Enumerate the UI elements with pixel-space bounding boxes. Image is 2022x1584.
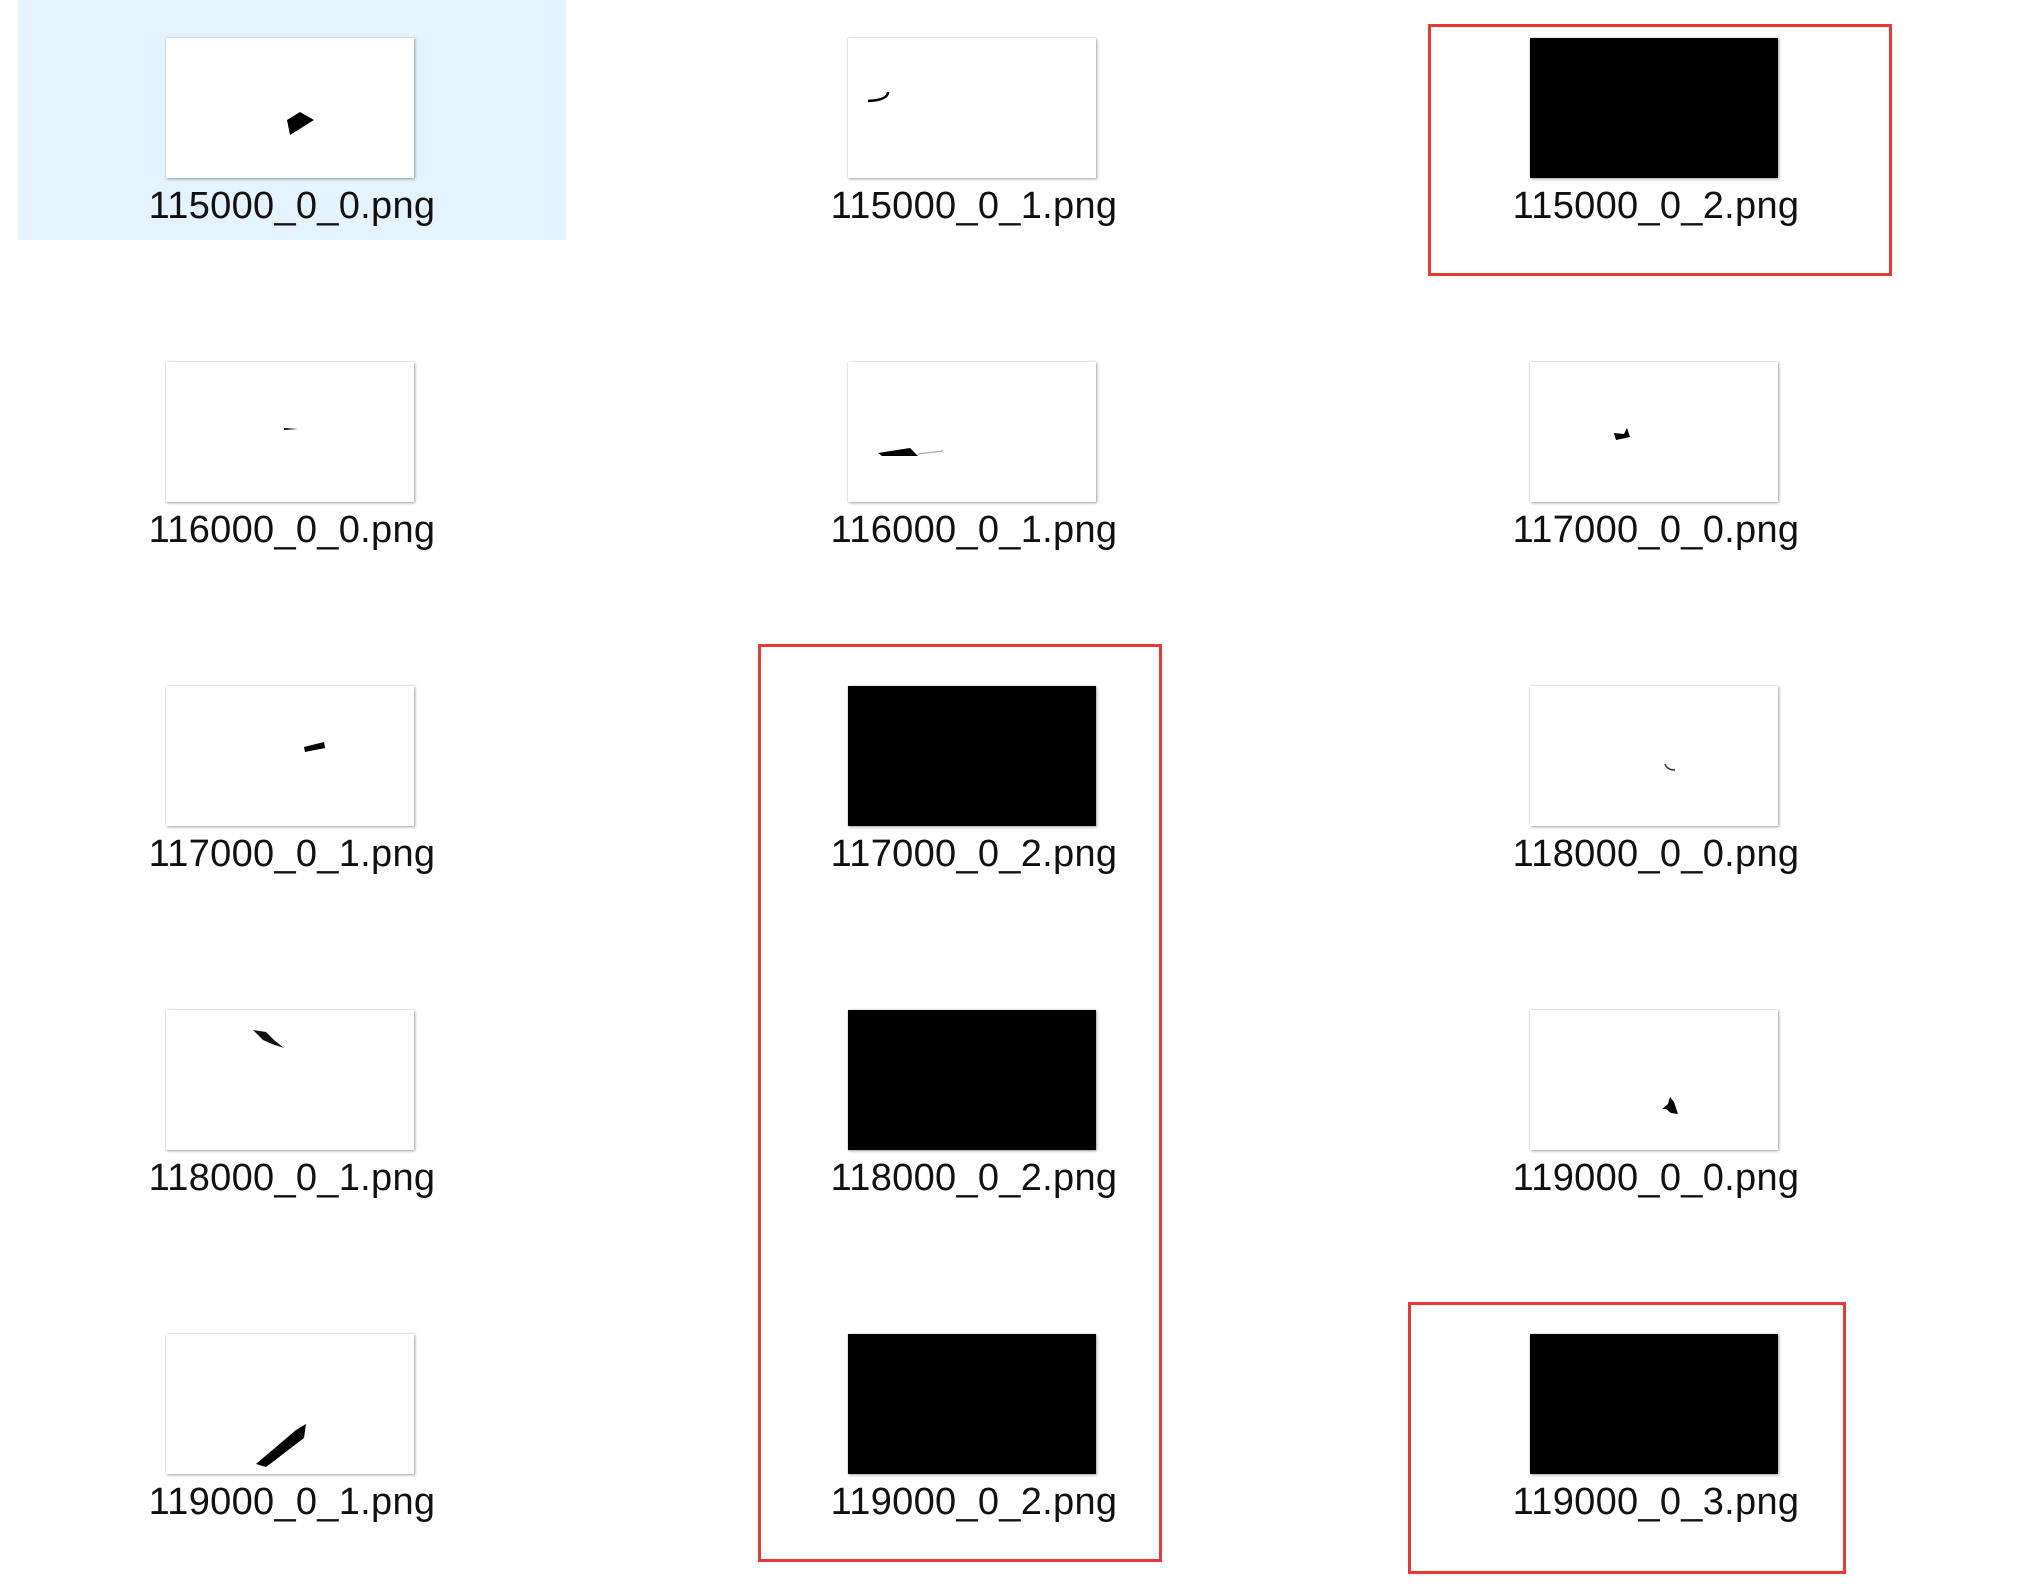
image-thumbnail	[166, 38, 414, 178]
image-thumbnail	[166, 362, 414, 502]
image-thumbnail	[1530, 1010, 1778, 1150]
file-name: 117000_0_0.png	[1512, 509, 1800, 551]
image-thumbnail	[166, 1334, 414, 1474]
file-name: 118000_0_0.png	[1512, 833, 1800, 875]
file-tile[interactable]: 116000_0_0.png	[18, 324, 566, 564]
file-tile[interactable]: 116000_0_1.png	[700, 324, 1248, 564]
file-name: 119000_0_1.png	[148, 1481, 436, 1523]
file-name: 117000_0_2.png	[830, 833, 1118, 875]
image-thumbnail	[848, 362, 1096, 502]
file-name: 116000_0_0.png	[148, 509, 436, 551]
file-name: 119000_0_2.png	[830, 1481, 1118, 1523]
image-thumbnail	[1530, 686, 1778, 826]
image-thumbnail	[848, 38, 1096, 178]
file-tile[interactable]: 115000_0_1.png	[700, 0, 1248, 240]
image-thumbnail	[848, 1334, 1096, 1474]
image-thumbnail	[1530, 362, 1778, 502]
file-explorer-large-icons-view: 115000_0_0.png 115000_0_1.png 115000_0_2…	[0, 0, 2022, 1584]
file-tile[interactable]: 118000_0_2.png	[700, 972, 1248, 1212]
file-name: 115000_0_0.png	[148, 185, 436, 227]
image-thumbnail	[1530, 38, 1778, 178]
file-tile[interactable]: 115000_0_0.png	[18, 0, 566, 240]
image-thumbnail	[848, 686, 1096, 826]
file-tile[interactable]: 117000_0_1.png	[18, 648, 566, 888]
file-name: 115000_0_2.png	[1512, 185, 1800, 227]
image-thumbnail	[166, 686, 414, 826]
file-tile[interactable]: 115000_0_2.png	[1382, 0, 1930, 240]
file-name: 115000_0_1.png	[830, 185, 1118, 227]
file-tile[interactable]: 119000_0_1.png	[18, 1296, 566, 1536]
file-name: 117000_0_1.png	[148, 833, 436, 875]
file-tile[interactable]: 118000_0_1.png	[18, 972, 566, 1212]
file-name: 118000_0_1.png	[148, 1157, 436, 1199]
image-thumbnail	[166, 1010, 414, 1150]
file-tile[interactable]: 117000_0_0.png	[1382, 324, 1930, 564]
file-tile[interactable]: 119000_0_0.png	[1382, 972, 1930, 1212]
file-tile[interactable]: 119000_0_2.png	[700, 1296, 1248, 1536]
file-name: 119000_0_0.png	[1512, 1157, 1800, 1199]
file-name: 118000_0_2.png	[830, 1157, 1118, 1199]
file-tile[interactable]: 118000_0_0.png	[1382, 648, 1930, 888]
file-name: 119000_0_3.png	[1512, 1481, 1800, 1523]
file-name: 116000_0_1.png	[830, 509, 1118, 551]
image-thumbnail	[848, 1010, 1096, 1150]
file-tile[interactable]: 119000_0_3.png	[1382, 1296, 1930, 1536]
file-tile[interactable]: 117000_0_2.png	[700, 648, 1248, 888]
image-thumbnail	[1530, 1334, 1778, 1474]
